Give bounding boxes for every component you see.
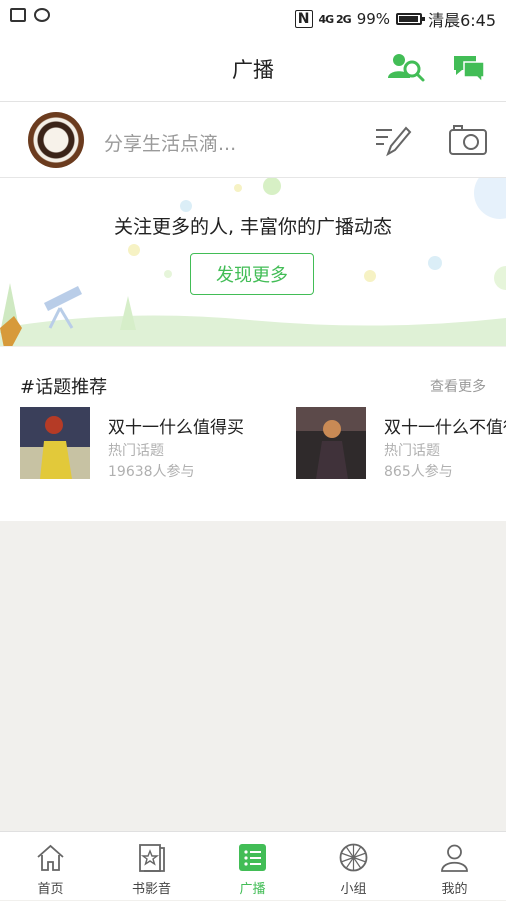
broadcast-icon <box>239 844 266 871</box>
media-icon <box>139 844 165 872</box>
topic-thumbnail <box>20 407 90 479</box>
profile-icon <box>441 844 468 872</box>
write-icon[interactable] <box>374 122 414 158</box>
topics-heading: #话题推荐 <box>20 377 108 398</box>
group-icon <box>339 843 368 872</box>
top-header: 广播 <box>0 34 506 102</box>
see-more-link[interactable]: 查看更多 <box>430 376 486 396</box>
tab-media[interactable]: 书影音 <box>101 832 202 901</box>
topic-thumbnail <box>296 407 366 479</box>
tab-label: 首页 <box>37 882 64 897</box>
topic-participants: 19638人参与 <box>108 464 195 480</box>
avatar[interactable] <box>28 112 84 168</box>
battery-icon <box>396 13 426 25</box>
find-people-icon[interactable] <box>386 50 426 86</box>
topic-title: 双十一什么值得买 <box>108 418 244 438</box>
signal-icon: 4G 2G <box>318 12 352 26</box>
discover-more-button[interactable]: 发现更多 <box>190 253 314 295</box>
topic-subtitle: 热门话题 <box>108 443 164 459</box>
face-icon <box>34 8 50 22</box>
follow-banner: 关注更多的人, 丰富你的广播动态 发现更多 <box>0 178 506 346</box>
topic-recommendations: #话题推荐 查看更多 双十一什么值得买 热门话题 19638人参与 双十一什么不… <box>0 347 506 521</box>
banner-message: 关注更多的人, 丰富你的广播动态 <box>113 216 393 238</box>
tab-label: 书影音 <box>131 882 171 897</box>
tab-groups[interactable]: 小组 <box>303 832 404 901</box>
topic-title: 双十一什么不值得 <box>384 418 506 438</box>
tab-label: 广播 <box>239 882 266 897</box>
compose-bar: 分享生活点滴... <box>0 102 506 178</box>
briefcase-icon <box>10 8 26 22</box>
clock: 清晨6:45 <box>428 11 496 30</box>
camera-icon[interactable] <box>448 122 488 158</box>
tab-home[interactable]: 首页 <box>0 832 101 901</box>
messages-icon[interactable] <box>450 50 490 86</box>
tab-broadcast[interactable]: 广播 <box>202 832 303 901</box>
topic-card[interactable]: 双十一什么不值得 热门话题 865人参与 <box>296 407 506 480</box>
bottom-tab-bar: 首页 书影音 广播 小组 我的 <box>0 831 506 900</box>
share-input[interactable]: 分享生活点滴... <box>104 129 236 156</box>
tab-label: 小组 <box>340 882 367 897</box>
tab-label: 我的 <box>441 882 468 897</box>
nfc-icon: N <box>294 10 313 28</box>
status-bar: N 4G 2G 99% 清晨6:45 <box>0 0 506 34</box>
topic-participants: 865人参与 <box>384 464 453 480</box>
tab-profile[interactable]: 我的 <box>404 832 505 901</box>
battery-percent: 99% <box>356 10 391 28</box>
page-title: 广播 <box>232 58 274 82</box>
topic-card[interactable]: 双十一什么值得买 热门话题 19638人参与 <box>20 407 280 480</box>
home-icon <box>37 844 64 871</box>
topic-subtitle: 热门话题 <box>384 443 440 459</box>
